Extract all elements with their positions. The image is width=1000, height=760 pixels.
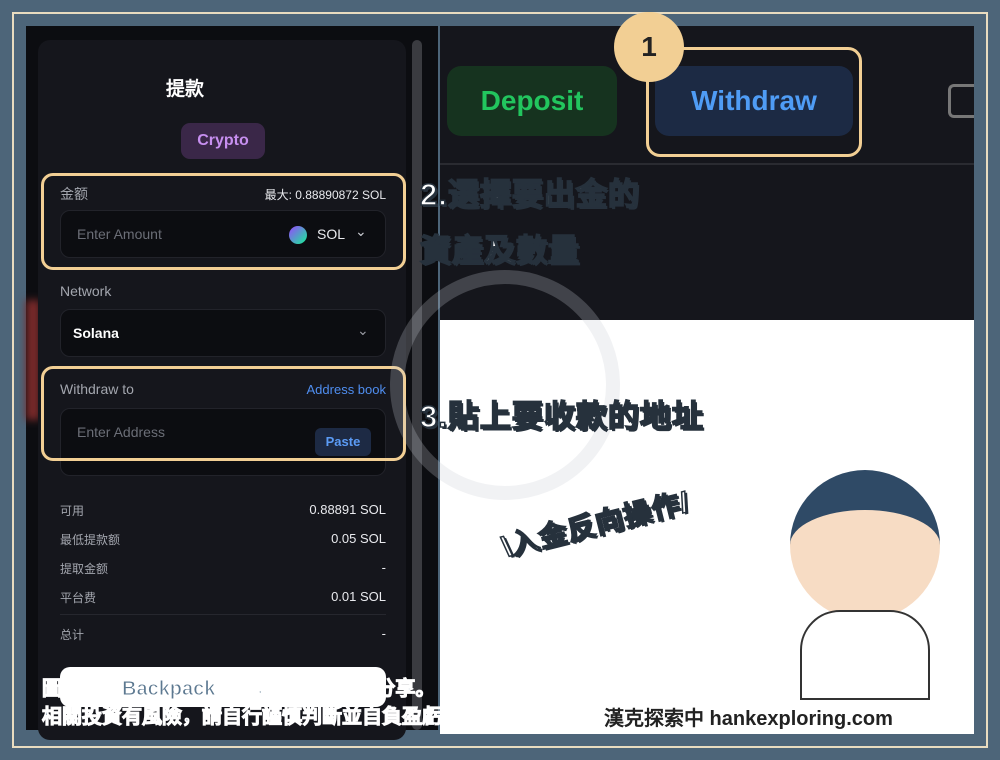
mascot-illustration [790,470,940,620]
summary-label: 提取金额 [60,562,109,576]
summary-label: 可用 [60,504,85,518]
total-value: - [381,626,386,641]
summary-value: 0.05 SOL [331,531,386,546]
step-badge: 1 [614,12,684,82]
wallet-icon[interactable] [948,84,974,118]
disclaimer-line1: 圖片取自Backpack官網，僅用作經驗分享。 [41,678,436,701]
deposit-tab[interactable]: Deposit [447,66,617,136]
network-value: Solana [73,325,119,341]
disclaimer-line2: 相關投資有風險，請自行謹慎判斷並自負盈虧 [42,706,443,729]
annotation-step2: 2.選擇要出金的 [419,176,640,213]
network-label: Network [60,283,112,299]
panel-title: 提款 [165,79,204,100]
divider [60,614,386,615]
brand-text: 漢克探索中 hankexploring.com [604,708,893,730]
summary-value: 0.88891 SOL [309,502,386,517]
summary-label: 最低提款额 [60,533,121,547]
summary-value: 0.01 SOL [331,589,386,604]
summary-value: - [381,560,386,575]
chevron-down-icon: ⌄ [357,322,369,338]
network-select[interactable]: Solana ⌄ [60,309,386,357]
divider [440,163,974,165]
highlight-address [41,366,406,461]
total-label: 总计 [60,628,85,642]
crypto-tab[interactable]: Crypto [181,123,265,159]
annotation-step3: 3.貼上要收款的地址 [419,398,704,435]
highlight-amount [41,173,406,270]
mascot-body [800,610,930,700]
watermark-logo [390,270,620,500]
summary-label: 平台费 [60,591,97,605]
annotation-step2: 資產及數量 [419,232,580,269]
